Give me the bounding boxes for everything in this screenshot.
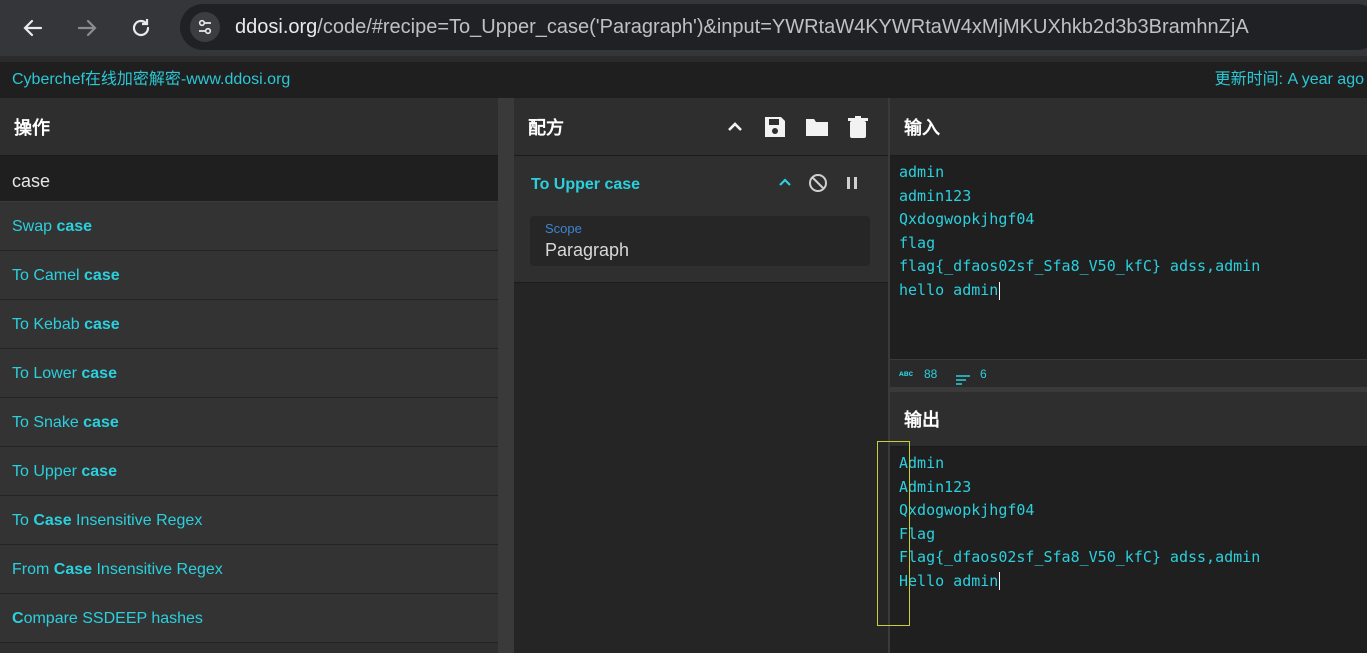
operation-label-match: case (81, 365, 117, 382)
disable-icon[interactable] (807, 172, 829, 194)
operation-label-pre: To (12, 512, 34, 529)
url-text[interactable]: ddosi.org/code/#recipe=To_Upper_case('Pa… (235, 4, 1249, 50)
scope-value: Paragraph (545, 240, 630, 260)
operation-item[interactable]: To Kebab case (0, 300, 498, 349)
banner-site-link[interactable]: Cyberchef在线加密解密-www.ddosi.org (12, 62, 290, 98)
input-title: 输入 (890, 98, 1367, 156)
operation-item[interactable]: To Camel case (0, 251, 498, 300)
trash-icon[interactable] (845, 114, 871, 140)
input-statusbar: ᴀʙᴄ 88 6 (890, 359, 1367, 387)
operation-label-match: case (83, 414, 119, 431)
text-cursor (999, 282, 1000, 300)
abc-icon: ᴀʙᴄ (899, 369, 914, 378)
operation-label-post: Insensitive Regex (92, 561, 223, 578)
output-header: 输出 (890, 392, 1367, 447)
arrow-left-icon[interactable] (17, 12, 49, 44)
operations-title: 操作 (0, 98, 498, 156)
operation-item[interactable]: Swap case (0, 202, 498, 251)
operation-label-match: C (12, 610, 24, 627)
operation-label-match: case (81, 463, 117, 480)
operation-label-match: case (56, 218, 93, 235)
panel-resize-handle[interactable] (498, 98, 514, 653)
address-bar[interactable]: ddosi.org/code/#recipe=To_Upper_case('Pa… (180, 4, 1367, 50)
operations-list: Swap case To Camel case To Kebab case To Lo… (0, 202, 498, 643)
operation-item[interactable]: From Case Insensitive Regex (0, 545, 498, 594)
operation-label-pre: From (12, 561, 54, 578)
operations-panel: 操作 case Swap case To Camel case To Kebab c… (0, 98, 498, 653)
operation-label-match: case (84, 267, 120, 284)
recipe-title: 配方 (514, 98, 888, 156)
browser-toolbar: ddosi.org/code/#recipe=To_Upper_case('Pa… (0, 0, 1367, 56)
operation-label-pre: To Upper (12, 463, 82, 480)
operation-label-pre: To Snake (12, 414, 84, 431)
scope-label: Scope (545, 221, 582, 236)
operation-label-post: ompare SSDEEP hashes (23, 610, 203, 627)
operation-item[interactable]: To Upper case (0, 447, 498, 496)
url-path: /code/#recipe=To_Upper_case('Paragraph')… (317, 16, 1249, 38)
banner-updated: 更新时间: A year ago (1214, 71, 1364, 88)
operation-label-match: Case (33, 512, 72, 529)
reload-icon[interactable] (125, 12, 157, 44)
chevron-up-icon[interactable] (722, 114, 748, 140)
text-cursor (999, 572, 1000, 590)
recipe-operation[interactable]: To Upper case Scope Paragraph (514, 156, 888, 283)
operation-label-pre: To Camel (12, 267, 85, 284)
operation-label-pre: Swap (12, 218, 57, 235)
highlight-box (877, 441, 910, 626)
input-header: 输入 (890, 98, 1367, 156)
recipe-panel: 配方 To Upper case Scope Paragraph (514, 98, 888, 653)
tune-icon[interactable] (190, 12, 220, 42)
operation-label-post: Insensitive Regex (71, 512, 203, 529)
operation-item[interactable]: Compare SSDEEP hashes (0, 594, 498, 643)
url-host: ddosi.org (235, 16, 318, 38)
operation-item[interactable]: To Snake case (0, 398, 498, 447)
scope-field[interactable]: Scope Paragraph (530, 216, 870, 266)
operation-label-match: case (84, 316, 120, 333)
operation-item[interactable]: To Case Insensitive Regex (0, 496, 498, 545)
output-text: Admin Admin123 Qxdogwopkjhgf04 Flag Flag… (899, 454, 1261, 590)
line-count: 6 (980, 367, 987, 381)
operations-search-input[interactable]: case (0, 156, 498, 202)
output-title: 输出 (890, 392, 1367, 447)
char-count: 88 (924, 367, 938, 381)
pause-icon[interactable] (841, 172, 863, 194)
site-banner: Cyberchef在线加密解密-www.ddosi.org 更新时间: A ye… (0, 56, 1367, 98)
recipe-op-title: To Upper case (531, 176, 641, 193)
operation-label-pre: To Lower (12, 365, 82, 382)
save-icon[interactable] (762, 114, 788, 140)
chevron-up-icon[interactable] (774, 172, 796, 194)
operation-label-pre: To Kebab (12, 316, 85, 333)
operation-label-match: Case (53, 561, 93, 578)
operation-item[interactable]: To Lower case (0, 349, 498, 398)
output-textarea[interactable]: Admin Admin123 Qxdogwopkjhgf04 Flag Flag… (890, 447, 1367, 653)
input-text: admin admin123 Qxdogwopkjhgf04 flag flag… (899, 163, 1261, 299)
arrow-right-icon[interactable] (71, 12, 103, 44)
input-textarea[interactable]: admin admin123 Qxdogwopkjhgf04 flag flag… (890, 156, 1367, 359)
folder-icon[interactable] (804, 114, 830, 140)
